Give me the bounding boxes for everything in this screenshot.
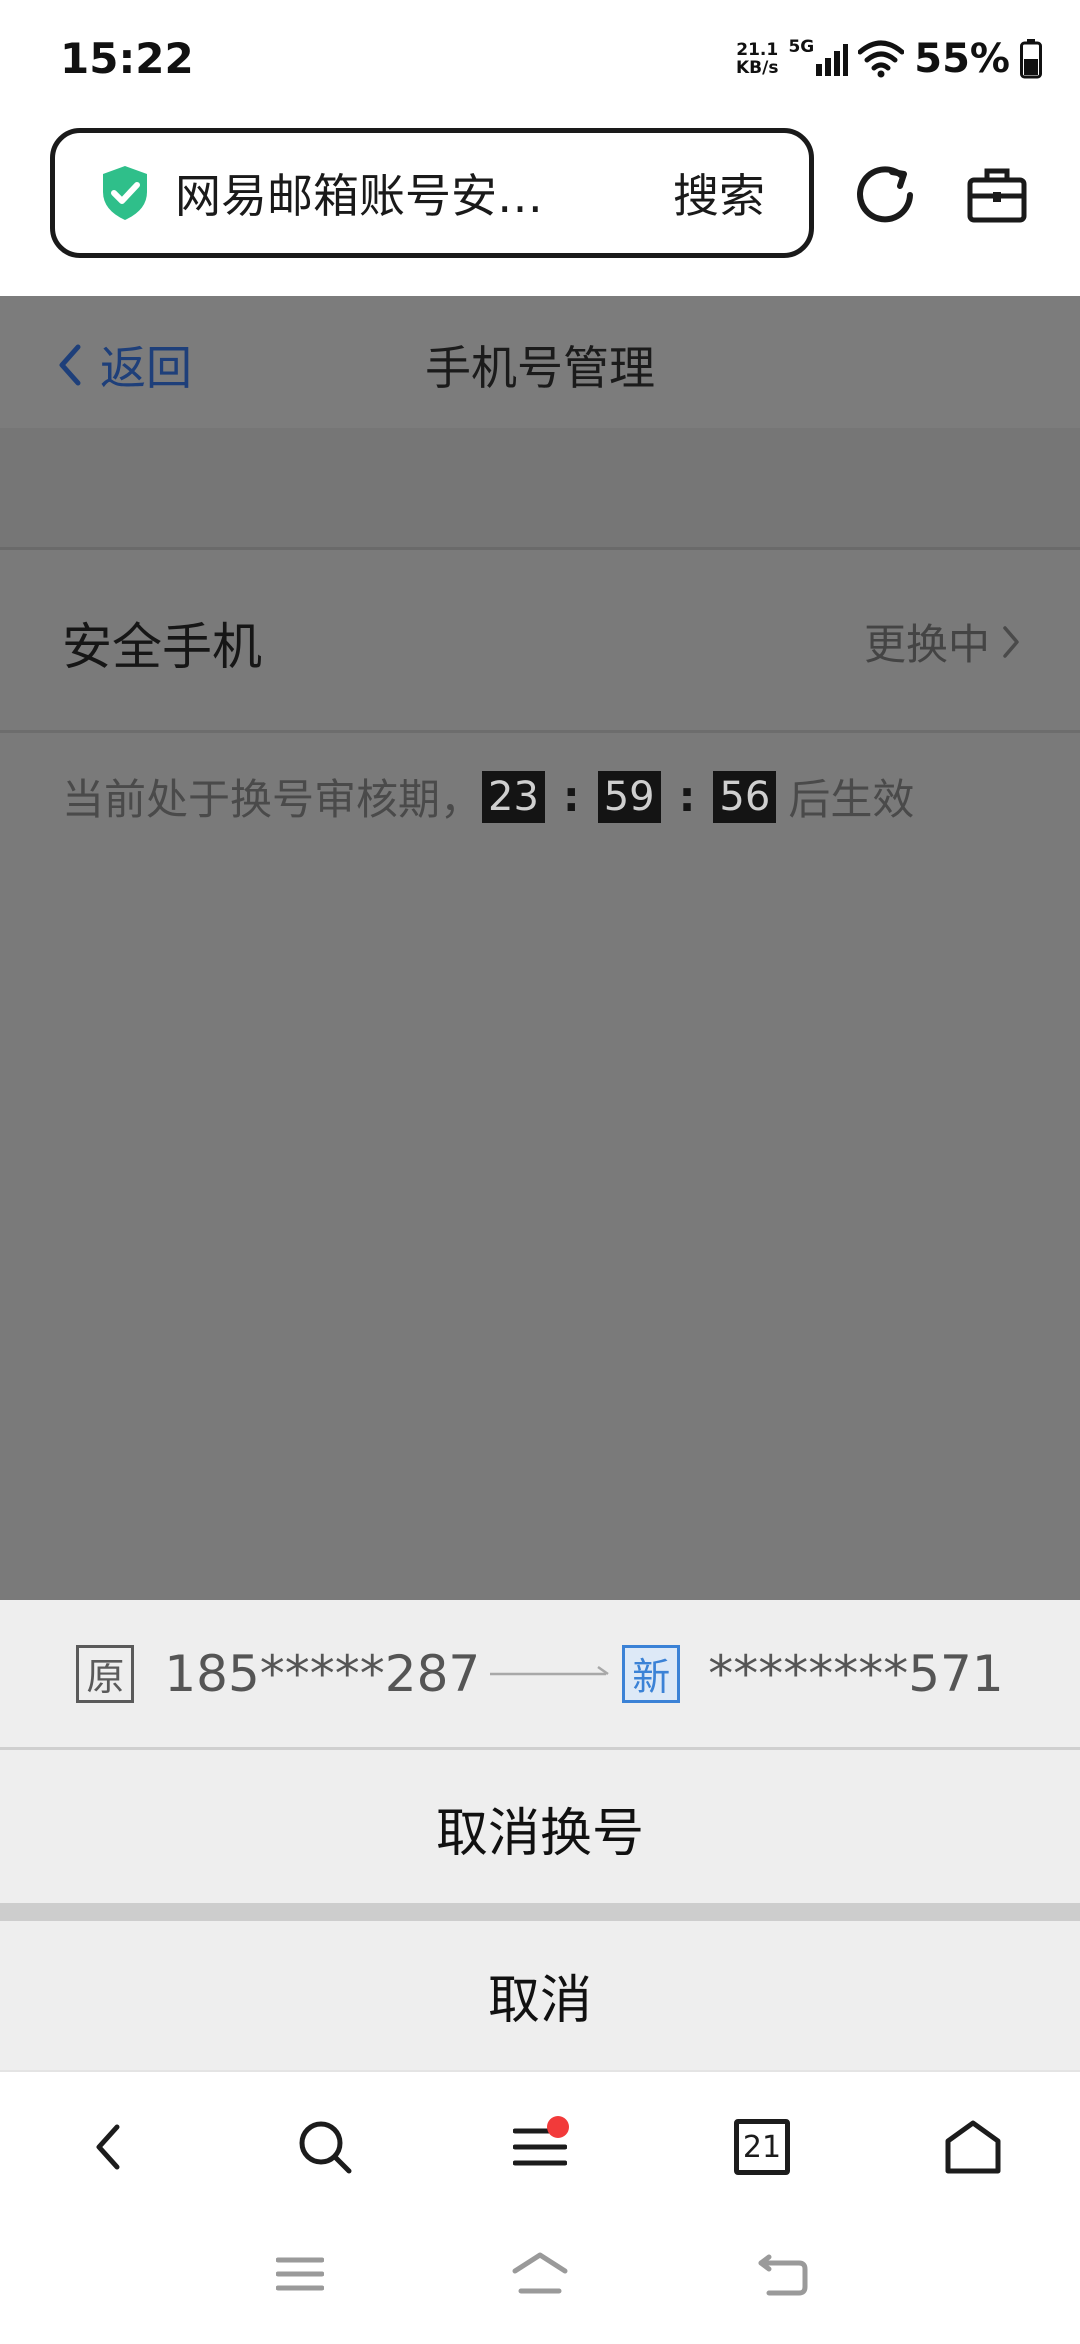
system-back-button[interactable] <box>752 2244 812 2304</box>
network-speed-unit: KB/s <box>735 58 779 78</box>
security-phone-row[interactable]: 安全手机 更换中 <box>0 553 1080 733</box>
status-time: 15:22 <box>60 34 194 83</box>
back-nav-button[interactable] <box>72 2112 142 2182</box>
new-number-tag: 新 <box>622 1644 681 1703</box>
home-button[interactable] <box>938 2112 1008 2182</box>
countdown-hours: 23 <box>482 770 545 823</box>
number-change-info: 原 185*****287 新 ********571 <box>0 1600 1080 1750</box>
battery-icon <box>1020 39 1042 79</box>
network-speed: 21.1 KB/s <box>736 41 778 77</box>
arrow-right-icon <box>490 1665 609 1675</box>
network-speed-value: 21.1 <box>736 40 779 60</box>
toolbox-button[interactable] <box>962 160 1032 230</box>
security-phone-label: 安全手机 <box>62 618 262 676</box>
chevron-left-icon <box>96 2124 120 2170</box>
system-navigation-bar <box>0 2220 1080 2344</box>
page-header: 返回 手机号管理 <box>0 296 1080 428</box>
phone-status-text: 更换中 <box>863 620 990 669</box>
shield-check-icon <box>103 166 147 220</box>
search-button[interactable]: 搜索 <box>673 160 765 226</box>
tabs-button[interactable]: 21 <box>727 2112 797 2182</box>
browser-toolbar: 21 <box>0 2070 1080 2220</box>
countdown-separator: : <box>678 772 696 821</box>
old-number-tag: 原 <box>76 1644 135 1703</box>
home-icon <box>512 2252 568 2294</box>
phone-status: 更换中 <box>864 611 1020 672</box>
countdown-separator: : <box>562 772 580 821</box>
status-indicators: 21.1 KB/s 5G 55% <box>736 36 1042 82</box>
recent-apps-button[interactable] <box>270 2244 330 2304</box>
back-arrow-icon <box>758 2254 808 2296</box>
old-number: 185*****287 <box>164 1644 481 1703</box>
url-text: 网易邮箱账号安… <box>175 169 543 223</box>
recent-apps-icon <box>276 2257 324 2291</box>
url-field[interactable]: 网易邮箱账号安… 搜索 <box>50 128 814 258</box>
cellular-signal-icon <box>816 44 849 76</box>
network-type: 5G <box>788 37 815 57</box>
page-content-dimmed: 返回 手机号管理 安全手机 更换中 当前处于换号审核期， 23 : 59 : 5… <box>0 296 1080 1600</box>
tab-count: 21 <box>734 2119 790 2175</box>
review-notice: 当前处于换号审核期， 23 : 59 : 56 后生效 <box>62 766 914 827</box>
refresh-icon <box>857 166 913 223</box>
home-icon <box>945 2120 1001 2174</box>
sheet-divider <box>0 1903 1080 1921</box>
refresh-button[interactable] <box>852 160 922 230</box>
battery-percent: 55% <box>914 36 1010 82</box>
action-sheet: 原 185*****287 新 ********571 取消换号 取消 <box>0 1600 1080 2070</box>
cancel-change-button[interactable]: 取消换号 <box>0 1753 1080 1903</box>
system-home-button[interactable] <box>510 2244 570 2304</box>
countdown-seconds: 56 <box>713 770 777 823</box>
cancel-button[interactable]: 取消 <box>0 1921 1080 2070</box>
toolbox-icon <box>967 168 1027 223</box>
notice-prefix: 当前处于换号审核期， <box>62 775 483 824</box>
search-nav-button[interactable] <box>290 2112 360 2182</box>
notification-dot <box>547 2116 569 2138</box>
search-icon <box>299 2121 352 2174</box>
countdown-minutes: 59 <box>597 770 661 823</box>
new-number: ********571 <box>708 1644 1004 1703</box>
page-title: 手机号管理 <box>425 341 655 395</box>
wifi-icon <box>858 40 905 78</box>
notice-suffix: 后生效 <box>788 775 915 824</box>
chevron-right-icon <box>1003 625 1019 658</box>
section-spacer <box>0 428 1080 550</box>
status-bar: 15:22 21.1 KB/s 5G 55% <box>0 0 1080 120</box>
browser-address-bar: 网易邮箱账号安… 搜索 <box>0 120 1080 296</box>
menu-button[interactable] <box>505 2112 575 2182</box>
